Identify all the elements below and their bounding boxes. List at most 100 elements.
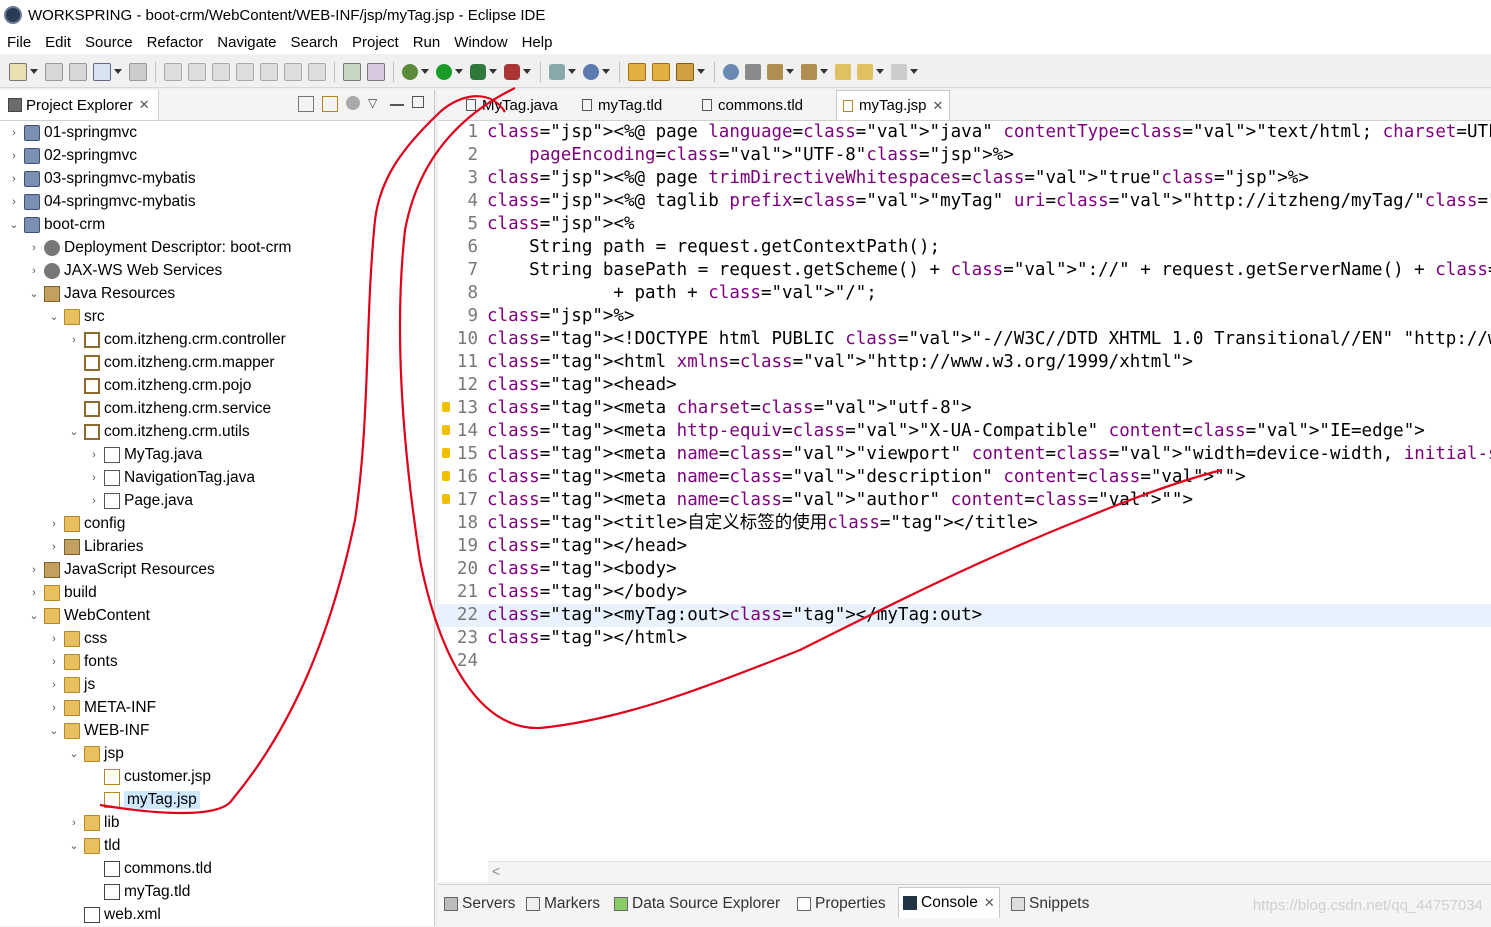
close-icon[interactable]: ✕ [933, 98, 944, 114]
dropdown-arrow-icon[interactable] [910, 69, 918, 74]
step-over-icon[interactable] [284, 62, 302, 81]
tree-item[interactable]: ⌄ tld [68, 834, 120, 857]
tree-item[interactable]: com.itzheng.crm.service [68, 397, 271, 420]
tree-item[interactable]: › com.itzheng.crm.controller [68, 328, 286, 351]
code-line[interactable]: 22 class="tag"><myTag:out>class="tag"></m… [438, 604, 1491, 627]
tree-item[interactable]: web.xml [68, 903, 161, 926]
back-icon[interactable] [857, 63, 873, 80]
expanded-chevron-icon[interactable]: ⌄ [28, 287, 40, 300]
new-server-icon[interactable] [549, 63, 565, 80]
dropdown-arrow-icon[interactable] [876, 69, 884, 74]
expanded-chevron-icon[interactable]: ⌄ [28, 609, 40, 622]
code-line[interactable]: 20 class="tag"><body> [438, 558, 1491, 581]
collapsed-chevron-icon[interactable]: › [8, 150, 20, 162]
code-line[interactable]: 21 class="tag"></body> [438, 581, 1491, 604]
tree-item[interactable]: com.itzheng.crm.pojo [68, 374, 251, 397]
minimize-icon[interactable] [390, 96, 404, 106]
collapse-all-icon[interactable] [298, 96, 314, 112]
code-line[interactable]: 13 class="tag"><meta charset=class="val">… [438, 397, 1491, 420]
menu-help[interactable]: Help [515, 34, 560, 51]
run-icon[interactable] [436, 63, 452, 80]
code-line[interactable]: 3 class="jsp"><%@ page trimDirectiveWhite… [438, 167, 1491, 190]
tree-item[interactable]: customer.jsp [88, 765, 211, 788]
tab-mytag-jsp[interactable]: myTag.jsp ✕ [836, 90, 951, 120]
code-line[interactable]: 10 class="tag"><!DOCTYPE html PUBLIC clas… [438, 328, 1491, 351]
dropdown-arrow-icon[interactable] [697, 69, 705, 74]
search-toolbar-icon[interactable] [676, 62, 694, 81]
code-line[interactable]: 14 class="tag"><meta http-equiv=class="va… [438, 420, 1491, 443]
save-icon[interactable] [45, 62, 63, 81]
tree-item[interactable]: myTag.tld [88, 880, 190, 903]
tab-console[interactable]: Console ✕ [898, 887, 1000, 918]
filters-icon[interactable] [346, 96, 360, 110]
dropdown-arrow-icon[interactable] [489, 69, 497, 74]
annotation-icon[interactable] [745, 63, 761, 80]
collapsed-chevron-icon[interactable]: › [68, 334, 80, 346]
tab-properties[interactable]: Properties [797, 889, 886, 919]
code-line[interactable]: 19 class="tag"></head> [438, 535, 1491, 558]
dropdown-arrow-icon[interactable] [455, 69, 463, 74]
collapsed-chevron-icon[interactable]: › [88, 495, 100, 507]
menu-run[interactable]: Run [406, 34, 448, 51]
collapsed-chevron-icon[interactable]: › [48, 518, 60, 530]
collapsed-chevron-icon[interactable]: › [8, 196, 20, 208]
dropdown-arrow-icon[interactable] [30, 69, 38, 74]
tree-item[interactable]: › MyTag.java [88, 443, 202, 466]
tree-item[interactable]: › fonts [48, 650, 118, 673]
tree-item[interactable]: commons.tld [88, 857, 212, 880]
collapsed-chevron-icon[interactable]: › [8, 173, 20, 185]
code-line[interactable]: 7 String basePath = request.getScheme() … [438, 259, 1491, 282]
code-line[interactable]: 17 class="tag"><meta name=class="val">"au… [438, 489, 1491, 512]
dropdown-arrow-icon[interactable] [523, 69, 531, 74]
tree-item[interactable]: › Deployment Descriptor: boot-crm [28, 236, 291, 259]
menu-refactor[interactable]: Refactor [140, 34, 211, 51]
new-icon[interactable] [9, 62, 27, 81]
tree-item[interactable]: ⌄ Java Resources [28, 282, 175, 305]
code-line[interactable]: 8 + path + class="val">"/"; [438, 282, 1491, 305]
last-edit-icon[interactable] [835, 63, 851, 80]
dropdown-arrow-icon[interactable] [602, 69, 610, 74]
collapsed-chevron-icon[interactable]: › [88, 449, 100, 461]
expanded-chevron-icon[interactable]: ⌄ [48, 724, 60, 737]
tree-item[interactable]: › Page.java [88, 489, 193, 512]
tab-data-source-explorer[interactable]: Data Source Explorer [614, 889, 780, 919]
terminal-icon[interactable] [93, 62, 111, 81]
dropdown-arrow-icon[interactable] [421, 69, 429, 74]
resume-icon[interactable] [164, 62, 182, 81]
close-icon[interactable]: ✕ [139, 97, 150, 113]
collapsed-chevron-icon[interactable]: › [8, 127, 20, 139]
code-line[interactable]: 24 [438, 650, 1491, 673]
tree-item[interactable]: › js [48, 673, 95, 696]
code-line[interactable]: 12 class="tag"><head> [438, 374, 1491, 397]
tab-servers[interactable]: Servers [444, 889, 515, 919]
collapsed-chevron-icon[interactable]: › [48, 679, 60, 691]
expanded-chevron-icon[interactable]: ⌄ [68, 747, 80, 760]
tree-item[interactable]: › NavigationTag.java [88, 466, 255, 489]
collapsed-chevron-icon[interactable]: › [68, 817, 80, 829]
tree-item[interactable]: ⌄ WEB-INF [48, 719, 149, 742]
step-into-icon[interactable] [260, 62, 278, 81]
code-editor[interactable]: 1 class="jsp"><%@ page language=class="va… [438, 121, 1491, 861]
scroll-left-icon[interactable]: < [492, 863, 500, 879]
new-java-class-icon[interactable] [583, 63, 599, 80]
dropdown-arrow-icon[interactable] [114, 69, 122, 74]
tree-item[interactable]: › 03-springmvc-mybatis [8, 167, 196, 190]
menu-search[interactable]: Search [283, 34, 345, 51]
expanded-chevron-icon[interactable]: ⌄ [8, 218, 20, 231]
code-line[interactable]: 6 String path = request.getContextPath()… [438, 236, 1491, 259]
web-browser-icon[interactable] [723, 63, 739, 80]
collapsed-chevron-icon[interactable]: › [28, 242, 40, 254]
maximize-icon[interactable] [412, 96, 424, 108]
tab-snippets[interactable]: Snippets [1011, 889, 1089, 919]
tab-mytag-java[interactable]: MyTag.java [460, 90, 564, 120]
run-server-icon[interactable] [470, 63, 486, 80]
code-line[interactable]: 15 class="tag"><meta name=class="val">"vi… [438, 443, 1491, 466]
dropdown-arrow-icon[interactable] [820, 69, 828, 74]
link-with-editor-icon[interactable] [322, 96, 338, 112]
menu-window[interactable]: Window [447, 34, 514, 51]
code-line[interactable]: 4 class="jsp"><%@ taglib prefix=class="va… [438, 190, 1491, 213]
collapsed-chevron-icon[interactable]: › [48, 541, 60, 553]
tab-mytag-tld[interactable]: myTag.tld [576, 90, 668, 120]
menu-navigate[interactable]: Navigate [210, 34, 283, 51]
tree-item[interactable]: com.itzheng.crm.mapper [68, 351, 275, 374]
